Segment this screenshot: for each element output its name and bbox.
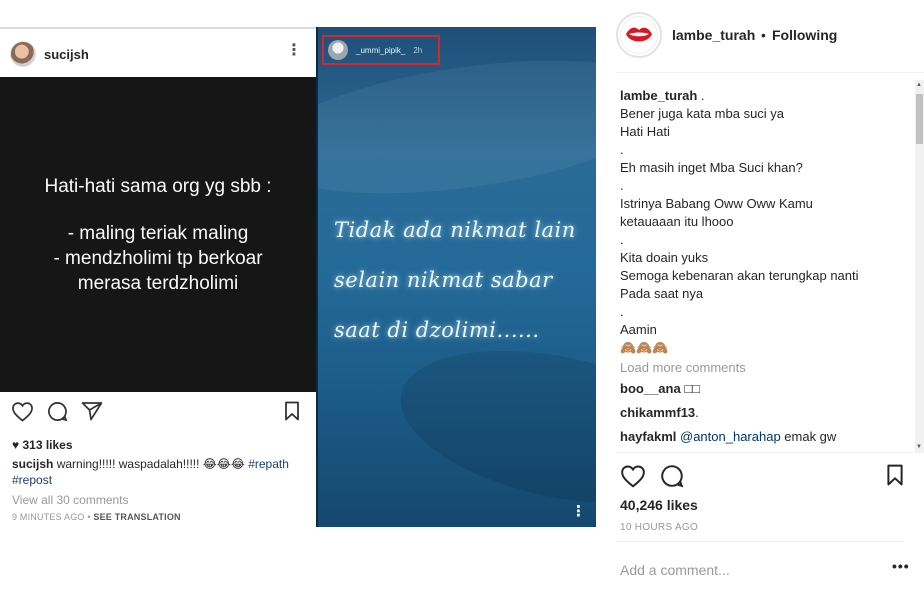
post-header: lambe_turah • Following [596,0,924,72]
likes-count[interactable]: 40,246 likes [620,497,698,513]
more-options-icon: ⋮ [571,503,586,520]
caption-line: . [620,304,624,319]
post-media[interactable]: sucijsh ⋮ Hati-hati sama org yg sbb : - … [0,27,596,527]
avatar [328,40,348,60]
quote-line: merasa terdzholimi [77,272,239,294]
caption-line: . [620,232,624,247]
embedded-post-header: sucijsh [0,31,316,77]
embedded-post-actions [0,401,316,427]
hashtag: #repath [248,457,289,471]
story-quote-line: selain nikmat sabar [334,268,553,292]
caption-line: Eh masih inget Mba Suci khan? [620,160,803,175]
embedded-story-screenshot: _ummi_pipik_ 2h Tidak ada nikmat lain se… [316,27,596,527]
story-quote: Tidak ada nikmat lain selain nikmat saba… [334,205,594,355]
caption-line: . [620,142,624,157]
following-button[interactable]: Following [772,27,837,43]
comment-item: boo__ana □□ [620,377,910,401]
embedded-post-username: sucijsh [44,46,89,62]
more-options-button[interactable]: ••• [892,558,910,574]
embedded-view-all-comments: View all 30 comments [12,493,129,507]
comment-mention-link[interactable]: @anton_harahap [680,429,781,444]
caption-line: Istrinya Babang Oww Oww Kamu [620,196,813,211]
comment-username-link[interactable]: boo__ana [620,381,681,396]
bookmark-icon [284,401,300,421]
embedded-post-caption: sucijsh warning!!!!! waspadalah!!!!! 😂😂😂… [12,457,289,487]
story-quote-line: saat di dzolimi...... [334,318,540,342]
caption-line: Semoga kebenaran akan terungkap nanti [620,268,859,283]
comment-bubble-icon[interactable] [660,464,684,488]
quote-heading: Hati-hati sama org yg sbb : [44,175,272,197]
divider [616,72,924,73]
quote-line: - mendzholimi tp berkoar [53,247,263,269]
author-avatar[interactable] [616,12,662,58]
comment-icon [47,401,68,422]
post-actions [616,462,916,490]
comment-text: emak gw [780,429,837,444]
heart-icon [11,401,34,422]
caption-owner-line: lambe_turah . [620,88,705,103]
caption-line: Aamin [620,322,657,337]
story-quote-line: Tidak ada nikmat lain [334,218,576,242]
comment-text: . [695,405,699,420]
scroll-up-arrow-icon[interactable]: ▲ [916,82,922,88]
share-icon [81,401,103,421]
embedded-post-quote-image: Hati-hati sama org yg sbb : - maling ter… [0,77,316,392]
comments-scrollbar[interactable]: ▲ ▼ [915,80,924,452]
caption-line: Kita doain yuks [620,250,709,265]
embedded-post-time: 9 MINUTES AGO • SEE TRANSLATION [12,512,181,522]
avatar [10,41,36,67]
comment-username-link[interactable]: hayfakml [620,429,676,444]
quote-line: - maling teriak maling [67,222,249,244]
caption-line: . [620,178,624,193]
caption-line: ketauaaan itu lhooo [620,214,734,229]
add-comment-input[interactable]: Add a comment... [620,562,730,578]
post-timestamp[interactable]: 10 HOURS AGO [620,522,698,533]
caption-line: Hati Hati [620,124,670,139]
author-username-link[interactable]: lambe_turah [672,27,755,43]
more-options-icon: ⋮ [286,42,302,59]
comments-section[interactable]: lambe_turah . Bener juga kata mba suci y… [620,87,910,452]
caption-line: Bener juga kata mba suci ya [620,106,785,121]
hashtag: #repost [12,473,53,487]
load-more-comments-button[interactable]: Load more comments [620,359,910,377]
story-age: 2h [413,45,423,55]
scroll-down-arrow-icon[interactable]: ▼ [916,444,922,450]
comment-item: hayfakml @anton_harahap emak gw [620,425,910,449]
divider [616,452,924,453]
comment-username-link[interactable]: chikammf13 [620,405,695,420]
divider [616,541,904,542]
embedded-post-likes: ♥ 313 likes [12,438,73,452]
caption-line: Pada saat nya [620,286,704,301]
post-side-panel: lambe_turah • Following lambe_turah . Be… [596,0,924,592]
save-bookmark-icon[interactable] [886,464,904,486]
lips-logo-icon [626,27,652,42]
comment-text: □□ [684,381,701,396]
embedded-post-screenshot: sucijsh ⋮ Hati-hati sama org yg sbb : - … [0,27,316,527]
like-heart-icon[interactable] [620,464,646,488]
caption-owner-link[interactable]: lambe_turah [620,88,697,103]
story-username: _ummi_pipik_ [356,45,406,55]
header-separator: • [761,27,766,43]
small-heart-icon: ♥ [12,438,20,452]
scrollbar-thumb[interactable] [916,94,923,144]
comment-item: chikammf13. [620,401,910,425]
caption-line: 🙈🙈🙈 [620,340,669,355]
story-user-highlight: _ummi_pipik_ 2h [322,35,440,65]
